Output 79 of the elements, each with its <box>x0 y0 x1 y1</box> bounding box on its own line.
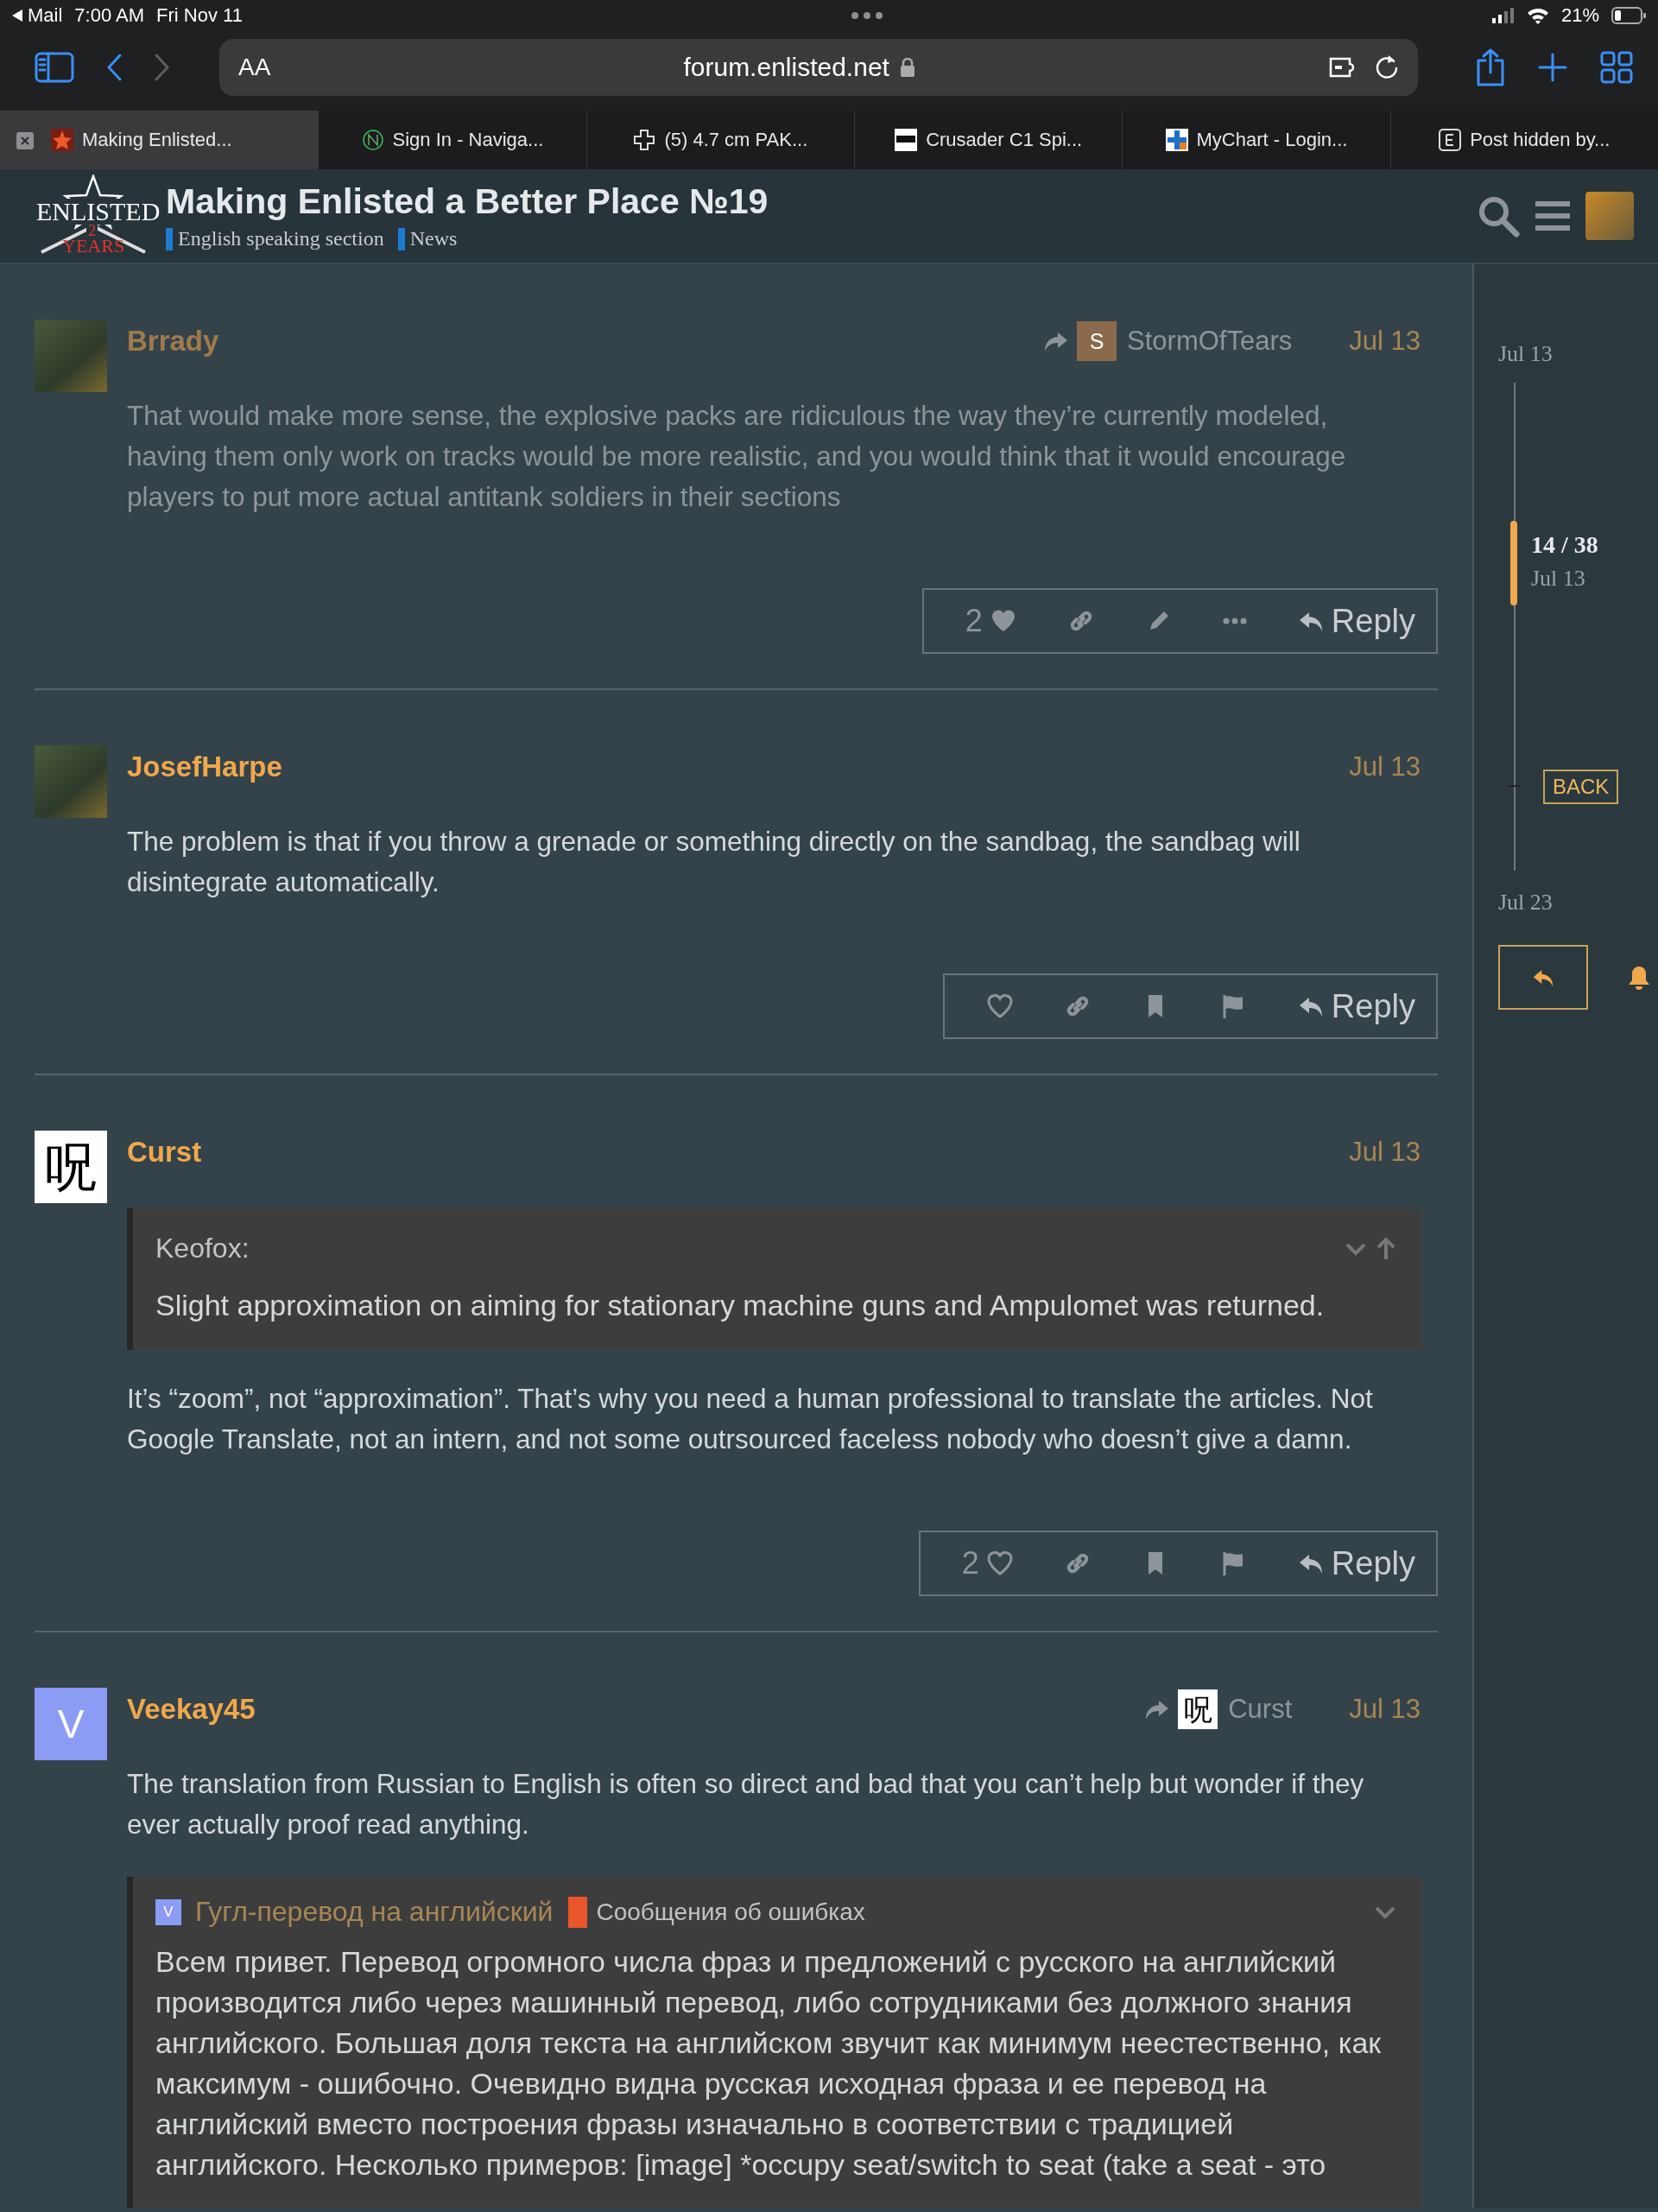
position-date: Jul 13 <box>1531 566 1585 592</box>
browser-tab[interactable]: Crusader C1 Spi... <box>854 111 1123 169</box>
reply-to-name: StormOfTears <box>1127 326 1293 357</box>
timeline-handle[interactable] <box>1510 521 1517 605</box>
reply-to-link[interactable]: 呪 Curst <box>1143 1689 1293 1729</box>
post-text: The translation from Russian to English is often so direct and bad that you can’t help but wonder if they ever actually proof read anything. <box>127 1767 1365 1841</box>
site-favicon-icon <box>633 129 656 151</box>
timeline-end-date[interactable]: Jul 23 <box>1498 890 1658 916</box>
like-button[interactable]: 2 <box>958 597 1024 645</box>
reply-button[interactable]: Reply <box>1289 1539 1422 1588</box>
menu-icon[interactable] <box>1534 199 1572 233</box>
arrow-up-icon[interactable] <box>1376 1236 1396 1261</box>
post-text: It’s “zoom”, not “approximation”. That’s why you need a human professional to translate the articles. Not Google Translate, not an intern, and not some outrsourced faceless nobody who doesn’t give a damn. <box>127 1382 1374 1456</box>
quoted-topic-link[interactable]: Гугл-перевод на английский <box>195 1896 554 1928</box>
browser-tab[interactable]: Sign In - Naviga... <box>318 111 586 169</box>
logo-text: ENLISTED <box>36 199 161 225</box>
reply-to-avatar[interactable]: 呪 <box>1178 1689 1218 1729</box>
quote-text: Slight approximation on aiming for stationary machine guns and Ampulomet was returned. <box>155 1288 1326 1323</box>
reply-to-name: Curst <box>1228 1694 1293 1725</box>
signal-icon <box>1491 8 1515 23</box>
reply-button[interactable] <box>1498 945 1588 1010</box>
back-chevron-icon[interactable] <box>105 53 123 82</box>
quote-text: Всем привет. Перевод огромного числа фраз и предложений с русского на английский производится либо через машинный перевод, либо сотрудниками без должного знания английского. Большая доля текста на английском звучит как минимум неестественно, как максимум - ошибочно. Очевидно видна русская исходная фраза и ее перевод на английский вместо построения фразы изначально в соответствии с традицией английского. Несколько примеров: [image] *occupy seat/switch to seat (take a seat - это <box>155 1944 1383 2183</box>
user-avatar[interactable]: 呪 <box>35 1131 107 1203</box>
url-text: forum.enlisted.net <box>683 53 889 82</box>
quote-author: Keofox: <box>155 1233 250 1264</box>
site-favicon-icon <box>51 129 73 151</box>
back-button[interactable]: BACK <box>1543 770 1619 804</box>
text-size-button[interactable]: AA <box>238 54 271 81</box>
user-avatar[interactable] <box>35 320 107 392</box>
battery-icon <box>1611 7 1646 24</box>
search-icon[interactable] <box>1477 194 1520 238</box>
logo-number: 2 <box>86 223 98 238</box>
wifi-icon <box>1526 7 1549 24</box>
username-link[interactable]: JosefHarpe <box>127 751 282 783</box>
user-avatar[interactable] <box>35 745 107 818</box>
browser-tab[interactable]: Post hidden by... <box>1389 111 1658 169</box>
username-link[interactable]: Veekay45 <box>127 1693 256 1726</box>
sidebar-icon[interactable] <box>35 52 74 83</box>
bell-icon[interactable] <box>1628 964 1650 991</box>
post-text: That would make more sense, the explosive packs are ridiculous the way they’re currently modeled, having them only work on tracks would be more realistic, and you would think that it would encourage players to put more actual antitank soldiers in their sections <box>127 399 1347 514</box>
forward-chevron-icon[interactable] <box>154 53 171 82</box>
address-bar[interactable]: AA forum.enlisted.net <box>219 39 1418 96</box>
lock-icon <box>899 58 915 77</box>
share-icon[interactable] <box>1475 48 1506 86</box>
browser-tab[interactable]: (5) 4.7 cm PAK... <box>585 111 854 169</box>
category-link[interactable]: Сообщения об ошибках <box>596 1898 865 1926</box>
timeline-start-date[interactable]: Jul 13 <box>1498 341 1658 367</box>
browser-tab[interactable]: Making Enlisted... <box>0 111 319 169</box>
status-date: Fri Nov 11 <box>156 4 243 27</box>
back-triangle-icon[interactable] <box>12 10 22 22</box>
like-count: 2 <box>965 603 983 639</box>
user-avatar[interactable] <box>1585 192 1634 240</box>
site-favicon-icon <box>895 129 918 151</box>
battery-percent: 21% <box>1560 4 1599 27</box>
topic-title[interactable]: Making Enlisted a Better Place №19 <box>166 181 1477 222</box>
site-favicon-icon <box>1165 129 1188 151</box>
category-link[interactable]: News <box>409 227 458 250</box>
new-tab-icon[interactable] <box>1537 52 1568 83</box>
reply-button[interactable]: Reply <box>1289 982 1422 1030</box>
like-count: 2 <box>961 1545 979 1581</box>
post-position: 14 / 38 <box>1531 531 1598 559</box>
reply-to-avatar[interactable]: S <box>1077 321 1117 361</box>
close-icon[interactable] <box>16 132 34 149</box>
multitasking-icon[interactable] <box>851 12 883 19</box>
status-time: 7:00 AM <box>74 4 145 27</box>
site-favicon-icon <box>1439 129 1462 151</box>
browser-tab[interactable]: MyChart - Login... <box>1122 111 1390 169</box>
ellipsis-icon <box>1222 618 1247 624</box>
logo-subtitle: YEARS <box>62 237 125 256</box>
reply-button[interactable]: Reply <box>1289 597 1422 645</box>
reply-to-link[interactable]: S StormOfTears <box>1042 321 1293 361</box>
site-favicon-icon <box>361 129 384 151</box>
back-app-link[interactable]: Mail <box>28 4 63 27</box>
post-text: The problem is that if you throw a grenade or something directly on the sandbag, the sandbag will disintegrate automatically. <box>127 825 1301 899</box>
username-link[interactable]: Curst <box>127 1136 202 1169</box>
category-link[interactable]: English speaking section <box>178 227 384 250</box>
tab-overview-icon[interactable] <box>1599 50 1634 85</box>
like-button[interactable]: 2 <box>954 1539 1021 1588</box>
